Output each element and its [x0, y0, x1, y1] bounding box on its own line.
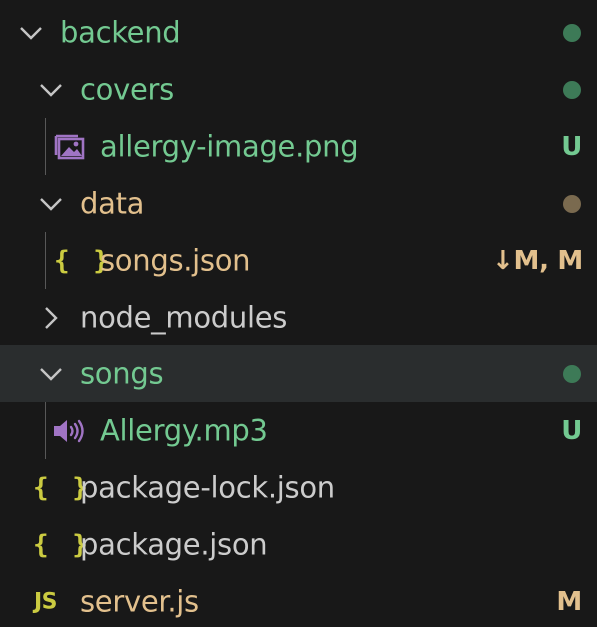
git-status-badge: ↓M, M — [492, 245, 583, 276]
git-status-badge: U — [561, 415, 582, 446]
status-dot — [563, 364, 581, 383]
git-status-badge: U — [561, 131, 582, 162]
chevron-down-icon[interactable] — [17, 19, 45, 47]
chevron-down-icon[interactable] — [37, 360, 65, 388]
tree-item-server-js[interactable]: JS server.js M — [0, 573, 597, 627]
file-label-allergy-image: allergy-image.png — [100, 129, 359, 163]
folder-label-node-modules: node_modules — [80, 300, 288, 334]
indent-guide — [45, 232, 46, 289]
status-dot — [563, 23, 581, 42]
chevron-down-icon[interactable] — [37, 190, 65, 218]
tree-item-allergy-image[interactable]: allergy-image.png U — [0, 118, 597, 175]
folder-label-songs: songs — [80, 356, 164, 390]
tree-item-package-lock-json[interactable]: { } package-lock.json — [0, 459, 597, 516]
tree-item-data[interactable]: data — [0, 175, 597, 232]
tree-item-songs[interactable]: songs — [0, 345, 597, 402]
audio-file-icon — [52, 417, 88, 445]
tree-item-backend[interactable]: backend — [0, 4, 597, 61]
status-dot — [563, 80, 581, 99]
tree-item-package-json[interactable]: { } package.json — [0, 516, 597, 573]
file-explorer: backend covers allergy-image.png U data … — [0, 0, 597, 627]
tree-item-node-modules[interactable]: node_modules — [0, 289, 597, 346]
file-label-server-js: server.js — [80, 584, 199, 618]
js-file-icon: JS — [34, 589, 58, 614]
chevron-right-icon[interactable] — [37, 304, 65, 332]
file-label-allergy-mp3: Allergy.mp3 — [100, 413, 268, 447]
file-label-songs-json: songs.json — [100, 243, 251, 277]
tree-item-songs-json[interactable]: { } songs.json ↓M, M — [0, 232, 597, 289]
tree-item-covers[interactable]: covers — [0, 61, 597, 118]
image-file-icon — [54, 133, 86, 161]
chevron-down-icon[interactable] — [37, 76, 65, 104]
indent-guide — [45, 118, 46, 175]
git-status-badge: M — [556, 586, 582, 617]
folder-label-covers: covers — [80, 72, 174, 106]
folder-label-backend: backend — [60, 15, 181, 49]
file-label-package-json: package.json — [80, 527, 268, 561]
folder-label-data: data — [80, 186, 145, 220]
status-dot — [563, 194, 581, 213]
tree-item-allergy-mp3[interactable]: Allergy.mp3 U — [0, 402, 597, 459]
file-label-package-lock-json: package-lock.json — [80, 470, 335, 504]
indent-guide — [45, 402, 46, 459]
